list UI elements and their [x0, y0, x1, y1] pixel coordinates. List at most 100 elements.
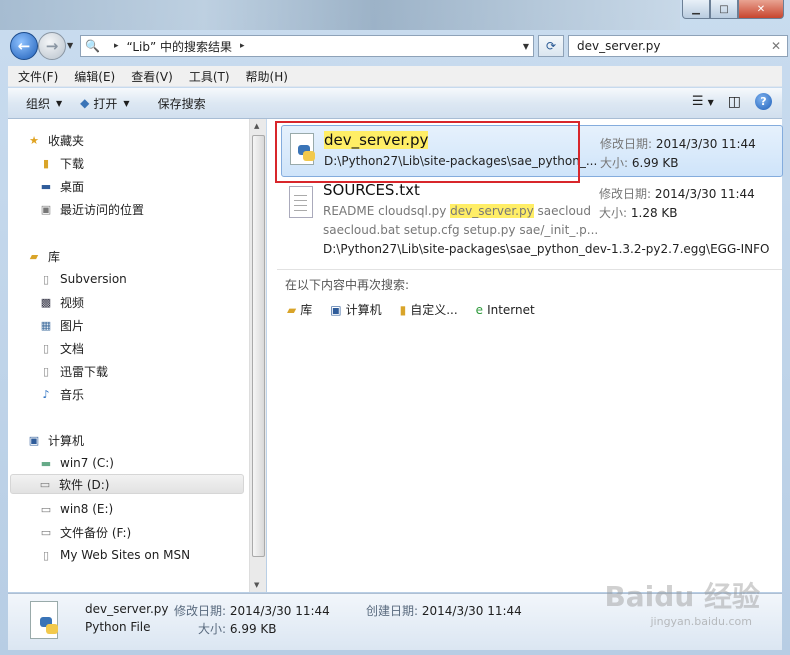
watermark-url: jingyan.baidu.com [650, 615, 752, 628]
nav-item-music[interactable]: ♪ 音乐 [38, 384, 84, 404]
nav-item-drive-f[interactable]: ▭ 文件备份 (F:) [38, 522, 131, 542]
help-icon[interactable]: ? [755, 93, 772, 110]
results-pane: dev_server.py D:\Python27\Lib\site-packa… [267, 119, 783, 592]
menu-bar: 文件(F) 编辑(E) 查看(V) 工具(T) 帮助(H) [8, 66, 782, 87]
detail-file-type: Python File [85, 620, 151, 634]
nav-item-drive-d[interactable]: ▭ 软件 (D:) [10, 474, 244, 494]
nav-label: My Web Sites on MSN [60, 548, 191, 562]
nav-item-videos[interactable]: ▩ 视频 [38, 292, 84, 312]
nav-item-msn[interactable]: ▯ My Web Sites on MSN [38, 545, 190, 565]
nav-item-documents[interactable]: ▯ 文档 [38, 338, 84, 358]
save-search-button[interactable]: 保存搜索 [158, 95, 206, 112]
content-snippet: README cloudsql.py dev_server.py saeclou… [323, 204, 591, 218]
meta-value: 2014/3/30 11:44 [655, 137, 756, 151]
forward-button[interactable]: → [38, 32, 66, 60]
modified-meta: 修改日期: 2014/3/30 11:44 [600, 135, 756, 152]
minimize-button[interactable]: ▁ [682, 0, 710, 19]
organize-label: 组织 [26, 96, 51, 111]
computer-icon: ▣ [330, 302, 342, 317]
nav-scrollbar[interactable]: ▲ ▼ [249, 119, 266, 592]
location-label: 计算机 [345, 303, 382, 317]
meta-value: 1.28 KB [630, 206, 678, 220]
nav-item-desktop[interactable]: ▬ 桌面 [38, 176, 84, 196]
meta-label: 大小: [600, 156, 629, 170]
nav-label: 计算机 [48, 433, 85, 448]
chevron-down-icon[interactable]: ▼ [523, 42, 529, 51]
nav-label: 图片 [60, 318, 85, 333]
highlight-annotation [275, 121, 580, 183]
search-again-libraries[interactable]: ▰ 库 [287, 301, 312, 318]
recent-pages-icon[interactable]: ▼ [67, 41, 73, 50]
search-again-computer[interactable]: ▣ 计算机 [330, 301, 381, 318]
meta-value: 6.99 KB [631, 156, 679, 170]
text-file-icon [289, 186, 313, 218]
python-icon: ◆ [80, 96, 90, 110]
clear-search-icon[interactable]: ✕ [771, 39, 781, 53]
nav-libraries[interactable]: ▰ 库 [26, 246, 60, 266]
scroll-down-icon[interactable]: ▼ [254, 581, 259, 589]
close-button[interactable]: ✕ [738, 0, 784, 19]
nav-label: Subversion [60, 272, 127, 286]
nav-label: 收藏夹 [48, 133, 85, 148]
nav-label: 最近访问的位置 [60, 202, 145, 217]
menu-help[interactable]: 帮助(H) [246, 68, 288, 85]
document-icon: ▯ [42, 272, 50, 286]
nav-label: 下载 [60, 156, 85, 171]
search-folder-icon: 🔍 [85, 39, 100, 53]
library-icon: ▰ [29, 249, 39, 263]
navigation-pane: ★ 收藏夹 ▮ 下载 ▬ 桌面 ▣ 最近访问的位置 ▰ 库 ▯ Subversion ▩ 视频… [8, 119, 249, 592]
detail-label: 修改日期: [174, 604, 227, 618]
nav-computer[interactable]: ▣ 计算机 [26, 430, 84, 450]
document-icon: ▯ [42, 364, 50, 378]
chevron-right-icon[interactable]: ▸ [240, 41, 245, 51]
nav-item-recent[interactable]: ▣ 最近访问的位置 [38, 199, 144, 219]
chevron-down-icon: ▼ [123, 98, 130, 108]
search-input[interactable]: dev_server.py ✕ [568, 35, 788, 57]
meta-label: 大小: [599, 206, 628, 220]
explorer-window: ▁ □ ✕ ← → ▼ 🔍 ▸ “Lib” 中的搜索结果 ▸ ▼ ⟳ dev_s… [0, 0, 790, 655]
refresh-button[interactable]: ⟳ [538, 35, 564, 57]
open-button[interactable]: ◆ 打开 ▼ [80, 95, 129, 112]
command-bar: 组织 ▼ ◆ 打开 ▼ 保存搜索 ☰ ▼ ◫ ? [8, 88, 782, 119]
back-button[interactable]: ← [10, 32, 38, 60]
location-label: 自定义... [410, 303, 458, 317]
address-bar[interactable]: 🔍 ▸ “Lib” 中的搜索结果 ▸ ▼ [80, 35, 534, 57]
menu-file[interactable]: 文件(F) [18, 68, 58, 85]
nav-item-thunder[interactable]: ▯ 迅雷下载 [38, 361, 108, 381]
nav-item-pictures[interactable]: ▦ 图片 [38, 315, 84, 335]
nav-item-downloads[interactable]: ▮ 下载 [38, 153, 84, 173]
scroll-up-icon[interactable]: ▲ [254, 122, 259, 130]
scroll-thumb[interactable] [252, 135, 265, 557]
menu-tools[interactable]: 工具(T) [189, 68, 230, 85]
menu-view[interactable]: 查看(V) [131, 68, 173, 85]
nav-favorites[interactable]: ★ 收藏夹 [26, 130, 84, 150]
search-again-internet[interactable]: e Internet [476, 301, 535, 318]
snippet-text: README cloudsql.py [323, 204, 451, 218]
organize-button[interactable]: 组织 ▼ [26, 95, 62, 112]
breadcrumb[interactable]: “Lib” 中的搜索结果 [126, 38, 232, 55]
preview-pane-icon[interactable]: ◫ [728, 94, 741, 110]
nav-label: 软件 (D:) [59, 477, 110, 492]
result-item[interactable]: SOURCES.txt README cloudsql.py dev_serve… [281, 181, 781, 261]
star-icon: ★ [29, 133, 39, 147]
desktop-icon: ▬ [40, 179, 52, 193]
nav-item-subversion[interactable]: ▯ Subversion [38, 269, 127, 289]
detail-file-name: dev_server.py [85, 602, 169, 616]
nav-label: 视频 [60, 295, 85, 310]
picture-icon: ▦ [40, 318, 52, 332]
menu-edit[interactable]: 编辑(E) [74, 68, 115, 85]
nav-label: 迅雷下载 [60, 364, 109, 379]
library-icon: ▰ [287, 302, 297, 317]
detail-modified: 修改日期: 2014/3/30 11:44 [174, 602, 330, 619]
folder-icon: ▮ [399, 302, 407, 317]
open-label: 打开 [93, 96, 118, 111]
nav-item-drive-e[interactable]: ▭ win8 (E:) [38, 499, 113, 519]
search-again-custom[interactable]: ▮ 自定义... [400, 301, 458, 318]
nav-item-drive-c[interactable]: ▬ win7 (C:) [38, 453, 114, 473]
maximize-button[interactable]: □ [710, 0, 738, 19]
views-icon[interactable]: ☰ ▼ [692, 94, 714, 109]
chevron-right-icon[interactable]: ▸ [114, 41, 119, 51]
snippet-text: saecloud [533, 204, 592, 218]
drive-icon: ▭ [40, 502, 52, 516]
internet-icon: e [475, 302, 484, 317]
